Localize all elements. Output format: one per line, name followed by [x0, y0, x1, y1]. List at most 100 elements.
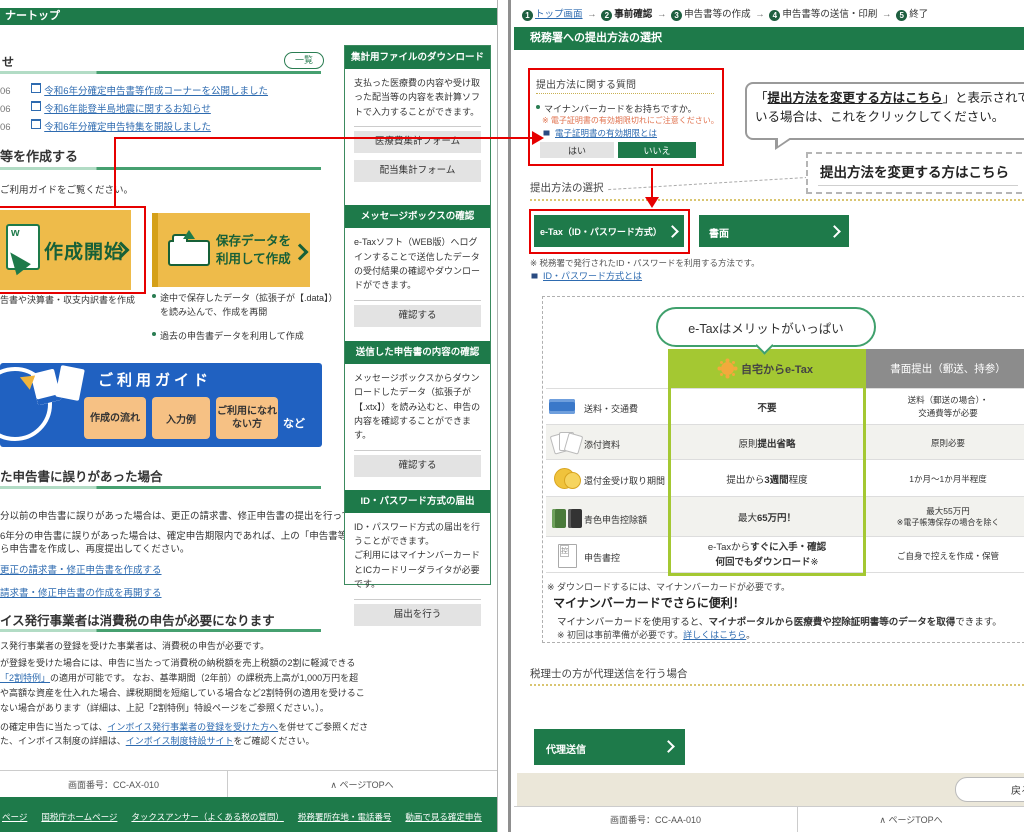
- cert-validity-link[interactable]: 電子証明書の有効期限とは: [555, 128, 657, 138]
- row-label: 申告書控: [584, 551, 620, 564]
- footer-link[interactable]: 税務署所在地・電話番号: [298, 811, 392, 823]
- question-heading: 提出方法に関する質問: [536, 76, 636, 91]
- footer-link[interactable]: タックスアンサー（よくある税の質問）: [131, 811, 283, 823]
- folder-icon: [168, 240, 210, 266]
- invoice-line6: の確定申告に当たっては、インボイス発行事業者の登録を受けた方へを併せてご参照くだ…: [0, 720, 368, 733]
- idpw-about-link[interactable]: ID・パスワード方式とは: [543, 271, 642, 281]
- invoice-line5: ない場合があります（詳細は、上記「2割特例」特設ページをご参照ください。）。: [0, 701, 329, 714]
- saved-bullet-2: 過去の申告書データを利用して作成: [152, 329, 304, 342]
- saved-data-button[interactable]: 保存データを 利用して作成: [152, 213, 310, 287]
- saved-button-label: 保存データを 利用して作成: [216, 233, 291, 268]
- two-percent-special-link[interactable]: 「2割特例」: [0, 673, 50, 683]
- details-link[interactable]: 詳しくはこちら: [683, 630, 746, 640]
- cert-warning: ※ 電子証明書の有効期限切れにご注意ください。: [542, 115, 719, 126]
- left-window: ナートップ せ 一覧 06 令和6年分確定申告書等作成コーナーを公開しました 0…: [0, 0, 498, 832]
- news-heading: せ: [2, 53, 14, 70]
- yes-button[interactable]: はい: [540, 142, 614, 158]
- chevron-right-icon: [292, 244, 309, 261]
- row-label: 送料・交通費: [584, 402, 638, 415]
- annotation-line-horizontal: [114, 137, 538, 139]
- start-caption: 告書や決算書・収支内訳書を作成: [0, 293, 135, 306]
- paper-cell: 送料（郵送の場合）・交通費等が必要: [866, 389, 1024, 425]
- cert-link-row: 電子証明書の有効期限とは: [542, 127, 657, 139]
- annotation-line-down: [651, 168, 653, 198]
- saved-left-strip: [152, 213, 158, 287]
- mynumber-heading: マイナンバーカードでさらに便利！: [553, 594, 745, 611]
- news-link[interactable]: 令和6年能登半島地震に関するお知らせ: [44, 104, 211, 115]
- divider: [354, 599, 481, 600]
- invoice-registered-link[interactable]: インボイス発行事業者の登録を受けた方へ: [107, 722, 278, 732]
- chevron-right-icon: [828, 225, 841, 238]
- col-header-etax: 自宅からe-Tax: [668, 349, 866, 388]
- step-1-icon: 1: [522, 10, 533, 21]
- change-method-box[interactable]: 提出方法を変更する方はこちら: [806, 152, 1024, 194]
- news-link[interactable]: 令和6年分確定申告特集を開設しました: [44, 122, 211, 133]
- footer-link[interactable]: ページ: [2, 811, 27, 823]
- news-list-button[interactable]: 一覧: [284, 52, 324, 69]
- breadcrumb-arrow: →: [657, 9, 667, 20]
- amend-resume-link[interactable]: 請求書・修正申告書の作成を再開する: [0, 585, 162, 599]
- guide-cannot-use-button[interactable]: ご利用になれない方: [216, 397, 278, 439]
- row-label: 添付資料: [584, 438, 620, 451]
- news-date: 06: [0, 122, 11, 133]
- annotation-arrow-right-icon: [532, 131, 544, 145]
- breadcrumb-arrow: →: [882, 9, 892, 20]
- news-date: 06: [0, 86, 11, 97]
- back-button[interactable]: 戻る: [955, 777, 1024, 802]
- window-icon: [31, 101, 41, 111]
- create-section-heading: 等を作成する: [0, 146, 78, 165]
- notify-idpw-button[interactable]: 届出を行う: [354, 604, 481, 626]
- divider: [354, 126, 481, 127]
- bullet-icon: [152, 294, 156, 298]
- news-link[interactable]: 令和6年分確定申告書等作成コーナーを公開しました: [44, 86, 268, 97]
- error-line1: 分以前の申告書に誤りがあった場合は、更正の請求書、修正申告書の提出を行ってくださ: [0, 508, 379, 522]
- page-top-link[interactable]: ∧ ページTOPへ: [798, 807, 1024, 832]
- news-row: 06 令和6年能登半島地震に関するお知らせ: [0, 101, 211, 115]
- paper-cell: 原則必要: [866, 425, 1024, 460]
- confirm-messagebox-button[interactable]: 確認する: [354, 305, 481, 327]
- error-underline: [0, 486, 321, 489]
- step-3-icon: 3: [671, 10, 682, 21]
- breadcrumb-item: 申告書等の送信・印刷: [782, 9, 877, 20]
- amend-create-link[interactable]: 更正の請求書・修正申告書を作成する: [0, 562, 162, 576]
- etax-idpw-button[interactable]: e-Tax（ID・パスワード方式）: [534, 215, 684, 247]
- guide-flow-button[interactable]: 作成の流れ: [84, 397, 146, 439]
- table-row: 添付資料 原則 提出省略 原則必要: [546, 424, 1024, 460]
- mynumber-text: マイナンバーカードを使用すると、マイナポータルから医療費や控除証明書等のデータを…: [557, 614, 1002, 628]
- breadcrumb-top-link[interactable]: トップ画面: [535, 9, 583, 20]
- invoice-site-link[interactable]: インボイス制度特設サイト: [126, 736, 234, 746]
- document-icon: [55, 365, 85, 401]
- page-title: 税務署への提出方法の選択: [530, 32, 662, 44]
- no-button[interactable]: いいえ: [618, 142, 696, 158]
- sidebar-title-idpw: ID・パスワード方式の届出: [345, 490, 490, 513]
- page-top-link[interactable]: ∧ ページTOPへ: [228, 771, 496, 797]
- coins-icon: [554, 468, 582, 488]
- footer-link[interactable]: 動画で見る確定申告: [405, 811, 482, 823]
- agent-send-button[interactable]: 代理送信: [534, 729, 685, 765]
- invoice-section-heading: イス発行事業者は消費税の申告が必要になります: [0, 610, 275, 629]
- screen-number: 画面番号：CC-AA-010: [514, 807, 797, 832]
- bullet-icon: [536, 105, 540, 109]
- footer-link[interactable]: 国税庁ホームページ: [41, 811, 117, 823]
- breadcrumb: 1トップ画面 → 2事前確認 → 3申告書等の作成 → 4申告書等の送信・印刷 …: [522, 6, 928, 21]
- agent-section-heading: 税理士の方が代理送信を行う場合: [530, 666, 688, 681]
- paper-cell: 1か月～1か月半程度: [866, 460, 1024, 497]
- download-sidebar: 集計用ファイルのダウンロード 支払った医療費の内容や受け取った配当等の内容を表計…: [344, 45, 491, 585]
- table-row: 青色申告控除額 最大65万円！ 最大55万円※電子帳簿保存の場合を除く: [546, 496, 1024, 537]
- left-page-title: ナートップ: [5, 10, 60, 22]
- copy-icon: 控: [558, 544, 577, 568]
- sidebar-text: 支払った医療費の内容や受け取った配当等の内容を表計算ソフトで入力することができま…: [345, 69, 490, 123]
- confirm-content-button[interactable]: 確認する: [354, 455, 481, 477]
- guide-banner-title: ご利用ガイド: [98, 369, 212, 390]
- news-date: 06: [0, 104, 11, 115]
- step-4-icon: 4: [769, 10, 780, 21]
- screen-number: 画面番号：CC-AX-010: [0, 771, 227, 797]
- usage-guide-banner[interactable]: ご利用ガイド 作成の流れ 入力例 ご利用になれない方 など: [0, 363, 322, 447]
- agent-section-underline: [530, 684, 1024, 686]
- breadcrumb-item: 申告書等の作成: [684, 9, 751, 20]
- sidebar-title-sent-return: 送信した申告書の内容の確認: [345, 341, 490, 364]
- paper-button[interactable]: 書面: [699, 215, 849, 247]
- medical-form-button[interactable]: 医療費集計フォーム: [354, 131, 481, 153]
- guide-example-button[interactable]: 入力例: [152, 397, 210, 439]
- dividend-form-button[interactable]: 配当集計フォーム: [354, 160, 481, 182]
